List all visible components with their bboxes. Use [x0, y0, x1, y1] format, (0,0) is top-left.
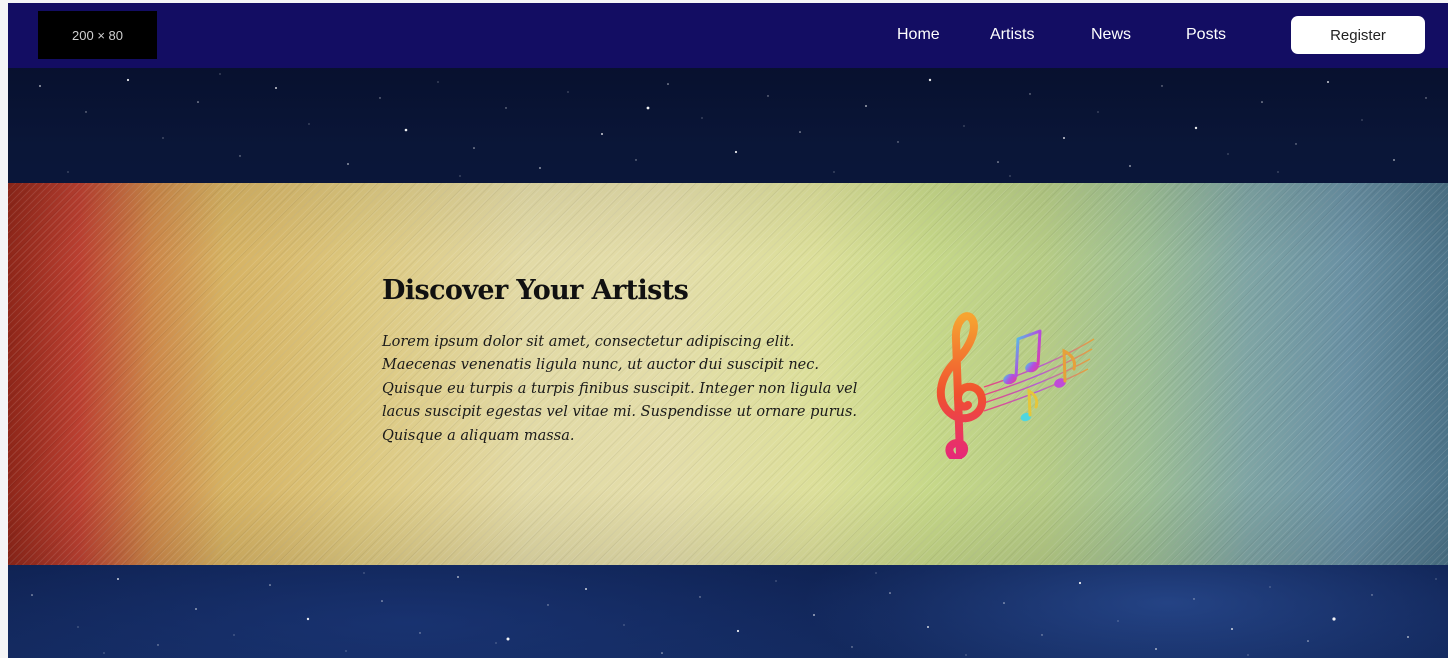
- nav-link-news[interactable]: News: [1091, 25, 1131, 45]
- logo-placeholder[interactable]: 200 × 80: [38, 11, 157, 59]
- starfield-bottom: [31, 572, 1437, 656]
- music-notes-icon: [936, 312, 1095, 459]
- register-button[interactable]: Register: [1291, 16, 1425, 54]
- nav-link-posts[interactable]: Posts: [1186, 25, 1226, 45]
- top-navbar: 200 × 80 Home Artists News Posts Registe…: [8, 3, 1448, 68]
- hero-description: Lorem ipsum dolor sit amet, consectetur …: [382, 334, 858, 444]
- page: 200 × 80 Home Artists News Posts Registe…: [8, 3, 1448, 658]
- nav-link-artists[interactable]: Artists: [990, 25, 1034, 45]
- hero-title: Discover Your Artists: [382, 275, 689, 306]
- nav-link-home[interactable]: Home: [897, 25, 940, 45]
- hero-banner: Discover Your Artists Lorem ipsum dolor …: [8, 183, 1448, 565]
- starfield-top: [39, 73, 1427, 177]
